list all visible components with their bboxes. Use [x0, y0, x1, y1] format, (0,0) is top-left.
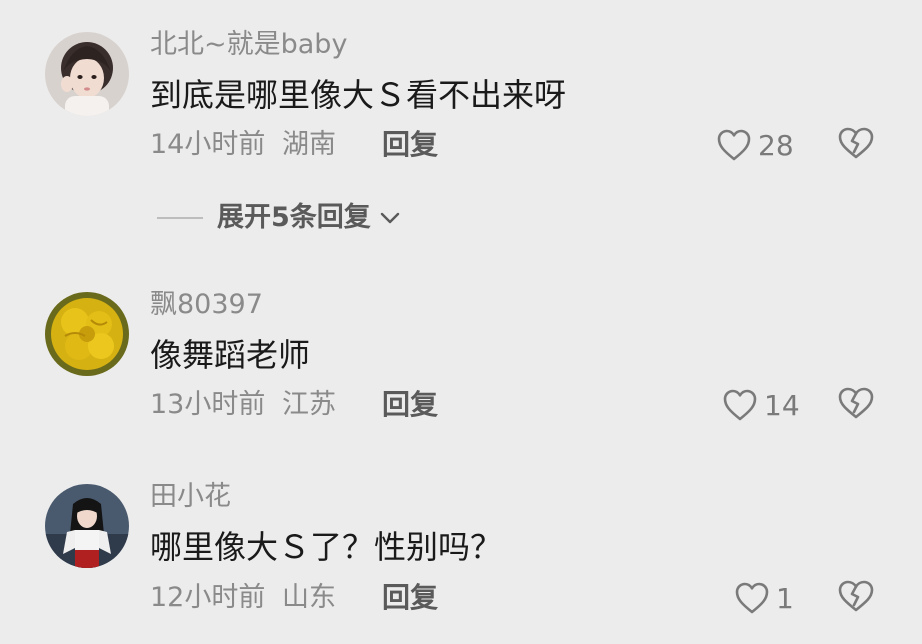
dislike-button[interactable]	[836, 125, 876, 165]
broken-heart-icon	[838, 580, 874, 612]
like-count: 1	[776, 581, 794, 615]
reply-button[interactable]: 回复	[382, 581, 438, 615]
comment-meta: 12小时前 山东	[150, 581, 336, 615]
comment-time: 14小时前	[150, 129, 266, 160]
avatar[interactable]	[45, 32, 129, 116]
comment-text: 到底是哪里像大Ｓ看不出来呀	[150, 76, 567, 114]
expand-replies-label: 展开5条回复	[217, 202, 371, 233]
comment-text: 像舞蹈老师	[150, 336, 311, 374]
heart-outline-icon	[735, 582, 769, 614]
reply-button[interactable]: 回复	[382, 388, 438, 422]
comment-meta: 14小时前 湖南	[150, 128, 336, 162]
username[interactable]: 北北~就是baby	[150, 28, 347, 62]
comment-location: 江苏	[281, 389, 336, 420]
avatar[interactable]	[45, 292, 129, 376]
heart-outline-icon	[717, 129, 751, 161]
dislike-button[interactable]	[836, 385, 876, 425]
like-button[interactable]: 28	[716, 125, 794, 165]
comment-meta: 13小时前 江苏	[150, 388, 336, 422]
dislike-button[interactable]	[836, 578, 876, 618]
avatar[interactable]	[45, 484, 129, 568]
username[interactable]: 田小花	[150, 480, 231, 514]
divider-line	[157, 217, 203, 219]
expand-replies-button[interactable]: 展开5条回复	[157, 198, 401, 238]
reply-button[interactable]: 回复	[382, 128, 438, 162]
like-button[interactable]: 1	[734, 578, 794, 618]
like-button[interactable]: 14	[722, 385, 800, 425]
comment-time: 13小时前	[150, 389, 266, 420]
like-count: 28	[758, 128, 794, 162]
chevron-down-icon	[380, 212, 399, 224]
comment-time: 12小时前	[150, 582, 266, 613]
broken-heart-icon	[838, 127, 874, 159]
broken-heart-icon	[838, 387, 874, 419]
comment-location: 山东	[281, 582, 336, 613]
comment-location: 湖南	[281, 129, 336, 160]
like-count: 14	[764, 388, 800, 422]
heart-outline-icon	[723, 389, 757, 421]
username[interactable]: 飘80397	[150, 288, 263, 322]
comment-text: 哪里像大Ｓ了？性别吗？	[150, 528, 503, 566]
